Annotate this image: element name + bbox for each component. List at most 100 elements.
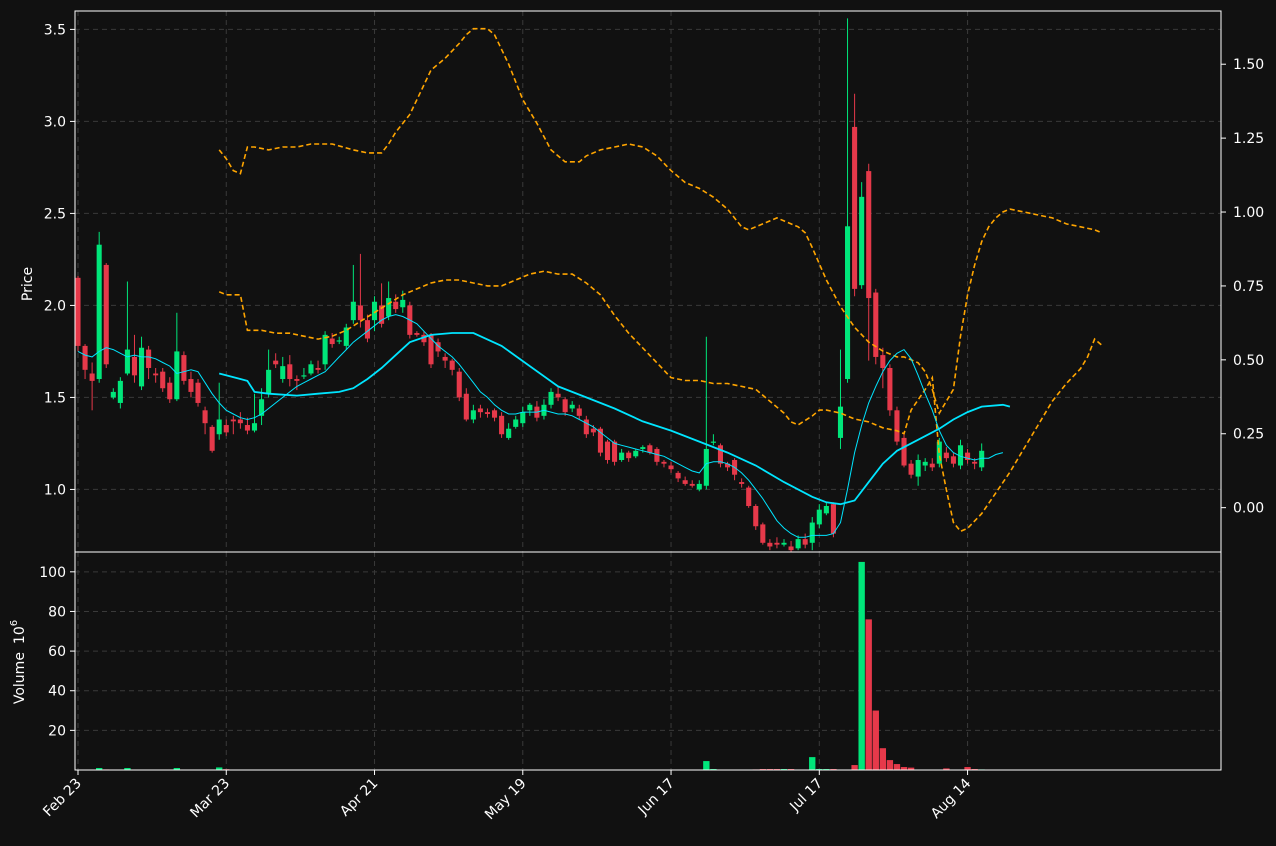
candle-body (647, 445, 653, 453)
candle-body (294, 379, 300, 381)
candle-body (506, 428, 512, 438)
candle-body (160, 371, 166, 389)
candle-body (386, 298, 392, 317)
candle-body (244, 425, 250, 431)
candle-body (138, 347, 145, 387)
candle-body (548, 391, 554, 405)
candle-body (569, 404, 575, 409)
candle-body (251, 423, 258, 431)
candle-body (96, 244, 102, 380)
candle-body (640, 447, 646, 449)
candle-body (110, 391, 116, 398)
volume-tick-label: 40 (48, 684, 66, 700)
secondary-tick-label: 0.00 (1233, 501, 1264, 517)
candle-body (894, 410, 900, 442)
candle-body (689, 483, 695, 486)
candle-body (520, 412, 526, 424)
volume-tick-label: 100 (39, 565, 66, 581)
candle-body (682, 480, 688, 484)
volume-bar (809, 757, 816, 770)
price-tick-label: 1.5 (44, 390, 66, 406)
candle-body (816, 509, 822, 525)
candle-body (781, 542, 787, 545)
candle-body (491, 410, 498, 418)
candle-body (343, 327, 349, 346)
candle-body (929, 463, 935, 468)
candle-body (633, 450, 639, 457)
price-tick-label: 3.5 (44, 22, 66, 38)
candle-body (753, 505, 759, 527)
volume-tick-label: 20 (48, 723, 66, 739)
candle-body (124, 349, 130, 374)
candle-body (823, 505, 829, 514)
candle-body (209, 426, 215, 451)
candle-body (562, 399, 568, 413)
candle-body (866, 171, 872, 299)
candle-body (880, 355, 886, 368)
volume-axis-unit-exp: 6 (9, 620, 20, 626)
candle-body (75, 277, 81, 346)
candle-body (188, 379, 194, 392)
candle-body (696, 483, 702, 490)
volume-bar (893, 764, 901, 770)
price-axis-label: Price (20, 267, 36, 301)
candle-body (273, 360, 279, 365)
candle-body (830, 504, 836, 534)
candle-body (837, 406, 844, 438)
candle-body (357, 305, 363, 321)
volume-tick-label: 60 (48, 644, 66, 660)
candle-body (442, 356, 448, 361)
candle-body (760, 524, 766, 543)
candle-body (223, 425, 229, 433)
candle-body (103, 264, 109, 365)
candle-body (710, 441, 716, 443)
volume-tick-label: 80 (48, 604, 66, 620)
candle-body (739, 482, 745, 484)
candle-body (675, 472, 681, 479)
candle-body (131, 356, 138, 376)
candle-body (887, 367, 893, 411)
candle-body (82, 345, 88, 370)
candle-body (449, 360, 455, 370)
candle-body (809, 522, 815, 543)
candle-body (774, 542, 780, 545)
candle-body (174, 351, 180, 400)
candle-body (499, 415, 505, 435)
secondary-tick-label: 0.75 (1233, 279, 1264, 295)
volume-axis-label-text: Volume (12, 652, 28, 704)
candle-body (555, 393, 561, 398)
candle-body (350, 301, 356, 321)
candle-body (167, 382, 173, 400)
candle-body (259, 399, 265, 416)
candle-body (153, 373, 159, 376)
volume-axis-label: Volume 106 (9, 620, 28, 704)
candle-body (230, 419, 236, 422)
candle-body (661, 461, 667, 464)
candle-body (943, 452, 949, 459)
volume-axis-unit-base: 10 (12, 626, 28, 644)
candle-body (287, 364, 293, 380)
candle-body (802, 539, 808, 545)
candle-body (619, 452, 625, 460)
candle-body (576, 408, 582, 416)
candle-body (795, 539, 801, 549)
candle-body (308, 364, 314, 374)
candle-body (477, 408, 483, 413)
candle-body (922, 461, 928, 466)
price-tick-label: 2.0 (44, 298, 66, 314)
candle-body (950, 456, 956, 464)
candle-body (414, 333, 420, 335)
candle-body (216, 419, 222, 435)
candle-body (315, 367, 321, 370)
candle-body (329, 338, 335, 345)
candle-body (336, 340, 342, 342)
price-tick-label: 1.0 (44, 482, 66, 498)
secondary-tick-label: 1.25 (1233, 131, 1264, 147)
secondary-tick-label: 1.00 (1233, 205, 1264, 221)
candle-body (908, 463, 914, 475)
candle-body (915, 459, 921, 477)
candle-body (852, 126, 858, 289)
volume-bar (703, 761, 710, 770)
candle-body (456, 371, 462, 398)
candle-body (604, 441, 611, 460)
